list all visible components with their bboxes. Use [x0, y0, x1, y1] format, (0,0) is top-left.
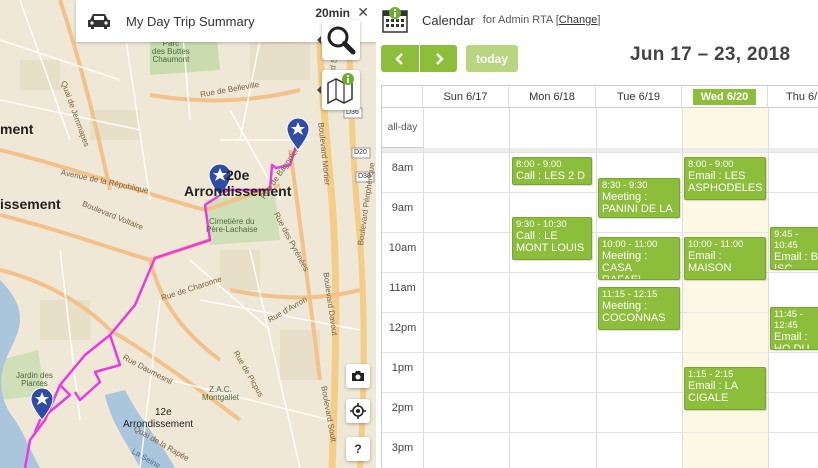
prev-week-button[interactable] [381, 45, 419, 72]
time-label-9am: 9am [391, 202, 414, 214]
calendar-panel: Calendar for Admin RTA [Change] today Ju… [376, 0, 818, 468]
map-panel[interactable]: 20e Arrondissement ment issement 12e Arr… [0, 0, 376, 468]
column-divider [682, 108, 683, 468]
calendar-info-icon [382, 7, 408, 33]
column-divider [596, 108, 597, 468]
map-label-d38: D38 [358, 173, 371, 180]
chevron-right-icon [435, 52, 444, 65]
map-canvas[interactable] [0, 0, 376, 468]
time-label-8am: 8am [391, 162, 414, 174]
day-header-sun: Sun 6/17 [423, 86, 509, 108]
column-divider [509, 108, 510, 468]
time-label-10am: 10am [388, 242, 417, 254]
map-label-cimetiere: Cimetière du Père-Lachaise [206, 217, 258, 234]
time-label-1pm: 1pm [391, 362, 414, 374]
calendar-event[interactable]: 9:45 - 10:45 Email : BI ISC [770, 227, 818, 270]
time-label-11am: 11am [389, 282, 416, 294]
change-owner-link[interactable]: Change [559, 14, 598, 26]
time-label-12pm: 12pm [388, 322, 417, 334]
camera-icon [352, 371, 364, 381]
header-gutter [382, 86, 423, 108]
map-label-arr-left2: issement [0, 196, 61, 212]
calendar-title: Calendar [422, 12, 475, 28]
day-header-wed: Wed 6/20 [682, 86, 768, 108]
week-navigation [381, 45, 457, 72]
hour-line [382, 232, 818, 233]
calendar-event[interactable]: 11:15 - 12:15 Meeting : COCONNAS [598, 287, 680, 330]
calendar-event[interactable]: 8:00 - 9:00 Call : LES 2 D [512, 157, 592, 185]
column-divider [768, 108, 769, 468]
calendar-event[interactable]: 8:30 - 9:30 Meeting : PANINI DE LA [598, 178, 680, 218]
hour-line [382, 432, 818, 433]
locate-button[interactable] [346, 399, 370, 423]
day-header-tue: Tue 6/19 [596, 86, 682, 108]
next-week-button[interactable] [419, 45, 457, 72]
calendar-event[interactable]: 1:15 - 2:15 Email : LA CIGALE [684, 367, 766, 410]
today-button[interactable]: today [466, 45, 518, 72]
week-grid[interactable]: Sun 6/17 Mon 6/18 Tue 6/19 Wed 6/20 Thu … [381, 85, 818, 468]
hour-line [382, 152, 818, 153]
trip-duration: 20min [315, 6, 350, 20]
hour-line [382, 352, 818, 353]
map-label-jardin: Jardin des Plantes [16, 371, 53, 388]
day-header-thu: Thu 6/ [768, 86, 818, 108]
camera-button[interactable] [346, 364, 370, 388]
map-label-d36: D36 [346, 109, 359, 116]
calendar-owner-label: for Admin RTA [ [482, 14, 559, 26]
all-day-label: all-day [382, 108, 423, 148]
calendar-event[interactable]: 8:00 - 9:00 Email : LES ASPHODELES [684, 157, 766, 200]
car-icon [88, 14, 110, 29]
map-label-park-buttes: Parc des Buttes Chaumont [152, 39, 190, 64]
map-info-icon [327, 73, 354, 105]
calendar-owner-bracket: ] [597, 14, 601, 26]
map-label-d20: D20 [354, 149, 367, 156]
date-range: Jun 17 – 23, 2018 [630, 44, 791, 65]
calendar-event[interactable]: 11:45 - 12:45Email : HO DU PERIG [770, 307, 818, 350]
time-label-2pm: 2pm [391, 402, 414, 414]
search-icon [327, 26, 356, 55]
map-label-arr12-num: 12e [155, 407, 172, 418]
chevron-left-icon [395, 52, 403, 65]
help-button[interactable]: ? [346, 437, 370, 461]
close-icon[interactable]: ✕ [357, 4, 369, 21]
map-info-tool-button[interactable] [322, 70, 360, 110]
column-divider [423, 108, 424, 468]
calendar-event[interactable]: 9:30 - 10:30 Call : LE MONT LOUIS [512, 217, 592, 260]
time-label-3pm: 3pm [391, 442, 414, 454]
calendar-header: Calendar for Admin RTA [Change] [376, 0, 818, 40]
map-label-arr20-num: 20e [226, 167, 250, 183]
crosshair-icon [350, 403, 366, 419]
search-tool-button[interactable] [322, 20, 360, 60]
calendar-event[interactable]: 10:00 - 11:00 Email : MAISON [684, 237, 766, 280]
day-header-mon: Mon 6/18 [509, 86, 596, 108]
calendar-event[interactable]: 10:00 - 11:00 Meeting : CASA RAFAEL [598, 237, 680, 280]
map-label-arr-left: ment [0, 121, 34, 137]
map-label-zac: Z.A.C. Montgallet [202, 385, 239, 402]
